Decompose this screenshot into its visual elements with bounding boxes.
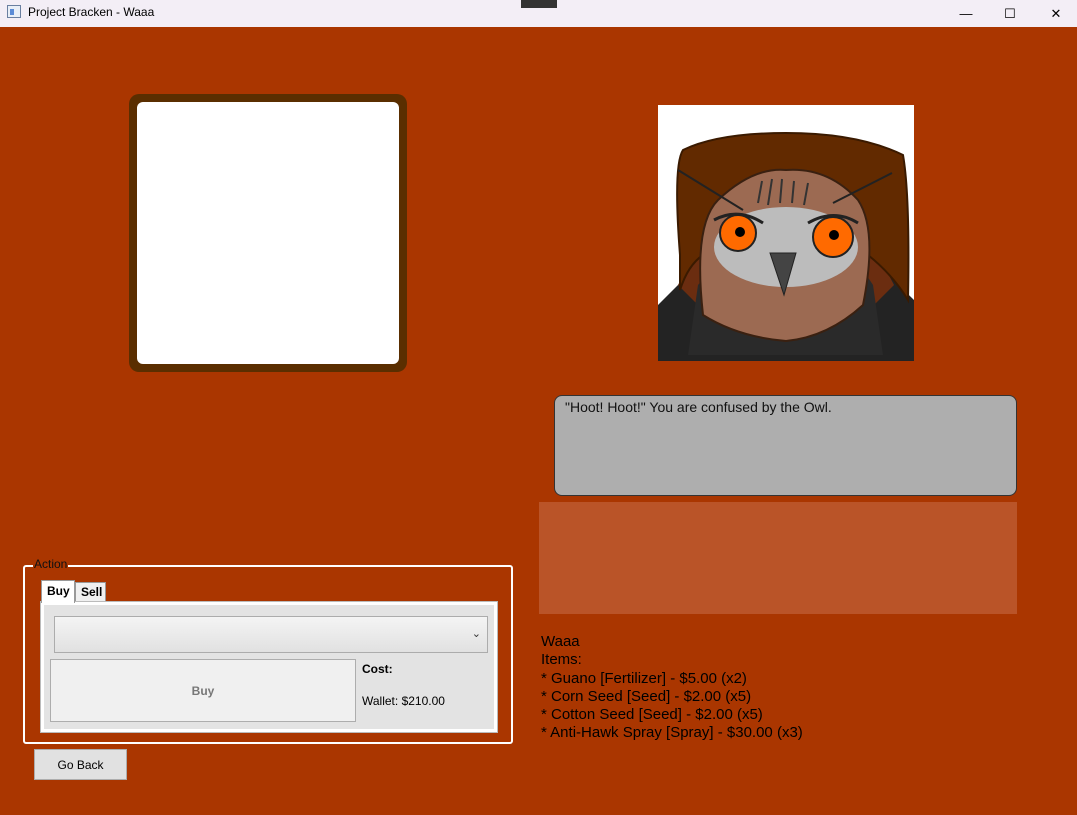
picture-frame bbox=[129, 94, 407, 372]
window-title: Project Bracken - Waaa bbox=[28, 5, 155, 19]
action-groupbox: Action Buy Sell ⌄ Buy Cost: Wallet: $210… bbox=[23, 557, 513, 744]
main-content: "Hoot! Hoot!" You are confused by the Ow… bbox=[0, 27, 1077, 815]
choice-panel bbox=[539, 502, 1017, 614]
title-grip[interactable] bbox=[521, 0, 557, 8]
owl-image bbox=[658, 105, 914, 361]
tab-buy[interactable]: Buy bbox=[41, 580, 75, 603]
buy-panel-body: ⌄ Buy Cost: Wallet: $210.00 bbox=[44, 605, 494, 729]
owl-portrait bbox=[658, 105, 914, 361]
title-bar: Project Bracken - Waaa — ☐ ✕ bbox=[0, 0, 1077, 27]
merchant-name: Waaa bbox=[541, 633, 580, 650]
close-icon[interactable]: ✕ bbox=[1033, 0, 1077, 27]
action-legend: Action bbox=[33, 557, 69, 571]
dialog-text: "Hoot! Hoot!" You are confused by the Ow… bbox=[565, 399, 832, 415]
list-item: * Guano [Fertilizer] - $5.00 (x2) bbox=[541, 669, 747, 687]
dialog-box: "Hoot! Hoot!" You are confused by the Ow… bbox=[554, 395, 1017, 496]
list-item: * Corn Seed [Seed] - $2.00 (x5) bbox=[541, 687, 752, 705]
buy-button[interactable]: Buy bbox=[50, 659, 356, 722]
tab-sell[interactable]: Sell bbox=[75, 582, 106, 602]
go-back-button[interactable]: Go Back bbox=[34, 749, 127, 780]
list-item: * Anti-Hawk Spray [Spray] - $30.00 (x3) bbox=[541, 724, 803, 742]
inventory-info: Waaa Items: * Guano [Fertilizer] - $5.00… bbox=[541, 633, 803, 743]
buy-tab-panel: ⌄ Buy Cost: Wallet: $210.00 bbox=[40, 601, 498, 733]
maximize-icon[interactable]: ☐ bbox=[987, 0, 1033, 27]
cost-label: Cost: bbox=[362, 662, 393, 676]
list-item: * Cotton Seed [Seed] - $2.00 (x5) bbox=[541, 706, 763, 724]
chevron-down-icon: ⌄ bbox=[471, 628, 481, 640]
wallet-balance: Wallet: $210.00 bbox=[362, 694, 445, 708]
item-select[interactable]: ⌄ bbox=[54, 616, 488, 653]
minimize-icon[interactable]: — bbox=[943, 0, 989, 27]
picture-area bbox=[137, 102, 399, 364]
items-label: Items: bbox=[541, 651, 582, 669]
app-window-icon bbox=[7, 5, 21, 18]
